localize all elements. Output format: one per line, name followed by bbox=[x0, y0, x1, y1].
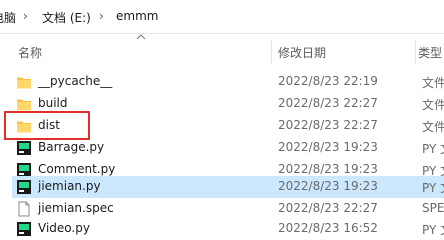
file-row-jiemian-py[interactable]: jiemian.py 2022/8/23 19:23 PY 文 bbox=[12, 176, 444, 198]
file-type: 文件 bbox=[422, 76, 444, 90]
file-name: build bbox=[38, 96, 68, 110]
file-name: Video.py bbox=[38, 221, 90, 235]
column-divider[interactable] bbox=[271, 40, 272, 64]
python-file-icon bbox=[17, 180, 31, 194]
file-date-modified: 2022/8/23 22:27 bbox=[278, 118, 378, 132]
file-type: PY 文 bbox=[422, 181, 444, 195]
file-date-modified: 2022/8/23 22:27 bbox=[278, 96, 378, 110]
column-divider[interactable] bbox=[415, 40, 416, 64]
file-row-pycache[interactable]: __pycache__ 2022/8/23 22:19 文件 bbox=[12, 71, 444, 93]
file-name: Comment.py bbox=[38, 162, 116, 176]
file-type: PY 文 bbox=[422, 142, 444, 156]
file-type: PY 文 bbox=[422, 223, 444, 237]
breadcrumb-chevron-icon[interactable]: › bbox=[23, 9, 28, 23]
folder-icon bbox=[17, 99, 31, 111]
column-header-row: 名称 修改日期 类型 bbox=[0, 40, 444, 62]
file-date-modified: 2022/8/23 22:19 bbox=[278, 74, 378, 88]
breadcrumb-chevron-icon[interactable]: › bbox=[99, 9, 104, 23]
file-name: jiemian.py bbox=[38, 179, 101, 193]
file-name: jiemian.spec bbox=[38, 201, 114, 215]
breadcrumb-this-pc[interactable]: 电脑 bbox=[0, 9, 16, 26]
column-header-date-modified[interactable]: 修改日期 bbox=[278, 44, 326, 61]
file-date-modified: 2022/8/23 19:23 bbox=[278, 140, 378, 154]
python-file-icon bbox=[17, 141, 31, 155]
folder-icon bbox=[17, 77, 31, 89]
file-date-modified: 2022/8/23 16:52 bbox=[278, 221, 378, 235]
file-row-jiemian-spec[interactable]: jiemian.spec 2022/8/23 22:27 SPE bbox=[12, 198, 444, 220]
breadcrumb-drive-e[interactable]: 文档 (E:) bbox=[42, 9, 91, 26]
file-row-video-py[interactable]: Video.py 2022/8/23 16:52 PY 文 bbox=[12, 218, 444, 240]
file-type: 文件 bbox=[422, 98, 444, 112]
python-file-icon bbox=[17, 222, 31, 236]
file-name: Barrage.py bbox=[38, 140, 105, 154]
file-date-modified: 2022/8/23 22:27 bbox=[278, 201, 378, 215]
file-date-modified: 2022/8/23 19:23 bbox=[278, 162, 378, 176]
highlight-box bbox=[4, 111, 90, 140]
file-name: __pycache__ bbox=[38, 74, 113, 88]
file-row-barrage-py[interactable]: Barrage.py 2022/8/23 19:23 PY 文 bbox=[12, 137, 444, 159]
file-type: SPE bbox=[422, 201, 444, 215]
document-icon bbox=[18, 201, 30, 217]
file-type: 文件 bbox=[422, 120, 444, 134]
address-bar[interactable]: 电脑 › 文档 (E:) › emmm bbox=[0, 0, 444, 34]
column-header-name[interactable]: 名称 bbox=[18, 44, 42, 61]
file-date-modified: 2022/8/23 19:23 bbox=[278, 179, 378, 193]
column-header-type[interactable]: 类型 bbox=[418, 44, 442, 61]
breadcrumb-emmm[interactable]: emmm bbox=[116, 9, 158, 23]
